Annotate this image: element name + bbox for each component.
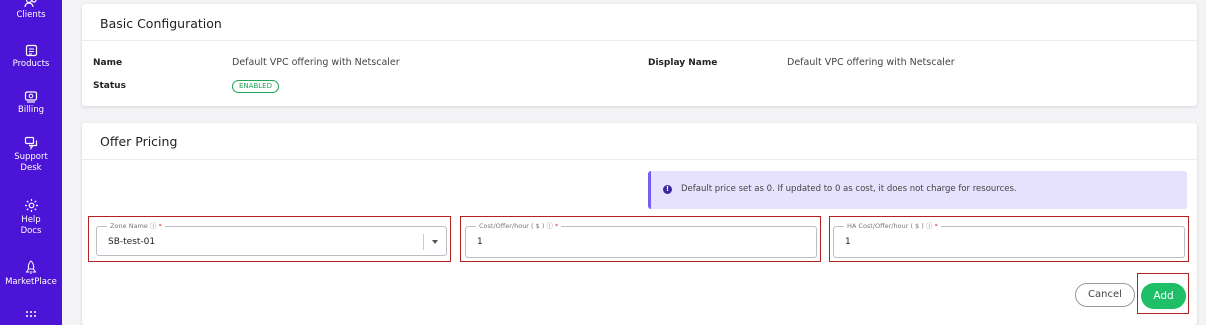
sidebar-item-apps[interactable] [0, 310, 62, 324]
rocket-icon [25, 260, 37, 274]
name-label: Name [93, 58, 123, 68]
cost-input[interactable]: Cost/Offer/hour ( $ ) ⓘ * 1 [465, 222, 817, 258]
sidebar-item-label: Products [12, 59, 50, 69]
help-icon: ⓘ [546, 222, 553, 230]
chevron-down-icon[interactable] [432, 240, 438, 244]
help-icon: ⓘ [925, 222, 933, 230]
ha-cost-input[interactable]: HA Cost/Offer/hour ( $ ) ⓘ * 1 [833, 222, 1185, 258]
display-name-value: Default VPC offering with Netscaler [787, 57, 955, 68]
info-icon: ! [663, 185, 672, 194]
sidebar-item-label: Clients [16, 10, 46, 20]
sidebar-item-label: Billing [17, 105, 45, 115]
basic-configuration-title: Basic Configuration [100, 16, 222, 31]
status-label: Status [93, 81, 126, 91]
offer-pricing-title: Offer Pricing [100, 134, 178, 149]
chat-icon [24, 136, 38, 150]
cost-value: 1 [477, 237, 483, 247]
cost-label: Cost/Offer/hour ( $ ) ⓘ * [476, 222, 562, 231]
zone-value: SB-test-01 [108, 237, 156, 247]
divider [82, 40, 1197, 41]
ha-cost-value: 1 [845, 237, 851, 247]
ha-cost-label: HA Cost/Offer/hour ( $ ) ⓘ * [844, 222, 941, 231]
help-icon: ⓘ [149, 222, 157, 230]
sidebar: Clients Products Billing Support Desk He… [0, 0, 62, 325]
status-badge: ENABLED [232, 80, 279, 93]
name-value: Default VPC offering with Netscaler [232, 57, 400, 68]
billing-icon [24, 91, 38, 103]
grid-icon [26, 311, 36, 317]
zone-select[interactable]: Zone Name ⓘ * SB-test-01 [96, 222, 447, 256]
sidebar-item-label: Support Desk [14, 152, 48, 173]
cancel-button[interactable]: Cancel [1075, 283, 1135, 307]
zone-label: Zone Name ⓘ * [107, 222, 165, 231]
sidebar-item-help-docs[interactable]: Help Docs [0, 198, 62, 237]
basic-configuration-card: Basic Configuration Name Default VPC off… [82, 4, 1197, 106]
divider [82, 159, 1197, 160]
sidebar-item-support-desk[interactable]: Support Desk [0, 136, 62, 174]
info-text: Default price set as 0. If updated to 0 … [681, 184, 1017, 194]
display-name-label: Display Name [648, 58, 718, 68]
info-banner: ! Default price set as 0. If updated to … [648, 171, 1187, 209]
sidebar-item-products[interactable]: Products [0, 44, 62, 70]
sidebar-item-clients[interactable]: Clients [0, 0, 62, 21]
select-divider [423, 234, 424, 250]
sidebar-item-label: Help Docs [20, 215, 42, 236]
sidebar-item-label: MarketPlace [5, 277, 57, 287]
add-button[interactable]: Add [1141, 283, 1186, 309]
products-icon [25, 44, 37, 57]
sidebar-item-marketplace[interactable]: MarketPlace [0, 260, 62, 288]
sidebar-item-billing[interactable]: Billing [0, 90, 62, 116]
gear-icon [24, 199, 38, 212]
users-icon [24, 0, 37, 8]
